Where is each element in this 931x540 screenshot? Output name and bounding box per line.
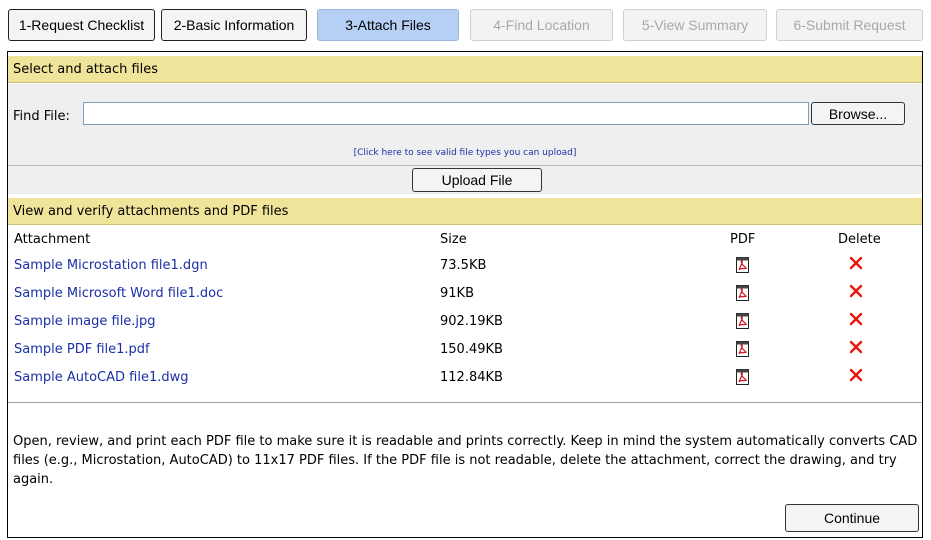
tab-request-checklist[interactable]: 1-Request Checklist (8, 9, 155, 41)
pdf-file-icon[interactable] (736, 257, 750, 273)
browse-button[interactable]: Browse... (811, 102, 905, 125)
find-file-input[interactable] (83, 102, 809, 125)
size-column-header: Size (440, 232, 467, 247)
list-bottom-border (8, 402, 922, 403)
table-row: Sample Microsoft Word file1.doc 91KB (8, 282, 922, 306)
delete-icon[interactable] (849, 340, 863, 354)
pdf-file-icon[interactable] (736, 313, 750, 329)
tab-find-location: 4-Find Location (470, 9, 613, 41)
verify-attachments-header: View and verify attachments and PDF file… (8, 198, 922, 225)
pdf-column-header: PDF (730, 232, 756, 247)
pdf-file-icon[interactable] (736, 285, 750, 301)
table-row: Sample AutoCAD file1.dwg 112.84KB (8, 366, 922, 390)
delete-icon[interactable] (849, 312, 863, 326)
delete-icon[interactable] (849, 256, 863, 270)
upload-file-button[interactable]: Upload File (412, 168, 542, 192)
tab-attach-files[interactable]: 3-Attach Files (317, 9, 459, 41)
attachment-size: 73.5KB (440, 258, 487, 273)
wizard-steps: 1-Request Checklist 2-Basic Information … (8, 9, 923, 41)
attachment-link[interactable]: Sample Microsoft Word file1.doc (14, 286, 223, 301)
attachment-size: 902.19KB (440, 314, 503, 329)
attach-files-panel: Select and attach files Find File: Brows… (7, 51, 923, 538)
pdf-file-icon[interactable] (736, 369, 750, 385)
attachment-column-header: Attachment (14, 232, 91, 247)
table-row: Sample Microstation file1.dgn 73.5KB (8, 254, 922, 278)
continue-button[interactable]: Continue (785, 504, 919, 532)
attachment-size: 112.84KB (440, 370, 503, 385)
attachment-link[interactable]: Sample AutoCAD file1.dwg (14, 370, 189, 385)
attachment-link[interactable]: Sample Microstation file1.dgn (14, 258, 208, 273)
attachment-size: 91KB (440, 286, 474, 301)
valid-file-types-link[interactable]: [Click here to see valid file types you … (8, 148, 922, 158)
tab-view-summary: 5-View Summary (623, 9, 767, 41)
attachment-link[interactable]: Sample image file.jpg (14, 314, 156, 329)
attachment-link[interactable]: Sample PDF file1.pdf (14, 342, 150, 357)
select-attach-header: Select and attach files (8, 56, 922, 83)
delete-icon[interactable] (849, 284, 863, 298)
pdf-review-notice: Open, review, and print each PDF file to… (13, 434, 918, 487)
table-row: Sample PDF file1.pdf 150.49KB (8, 338, 922, 362)
delete-column-header: Delete (838, 232, 881, 247)
pdf-file-icon[interactable] (736, 341, 750, 357)
find-file-label: Find File: (13, 109, 70, 124)
table-row: Sample image file.jpg 902.19KB (8, 310, 922, 334)
tab-submit-request: 6-Submit Request (776, 9, 923, 41)
delete-icon[interactable] (849, 368, 863, 382)
attachment-size: 150.49KB (440, 342, 503, 357)
tab-basic-information[interactable]: 2-Basic Information (161, 9, 307, 41)
